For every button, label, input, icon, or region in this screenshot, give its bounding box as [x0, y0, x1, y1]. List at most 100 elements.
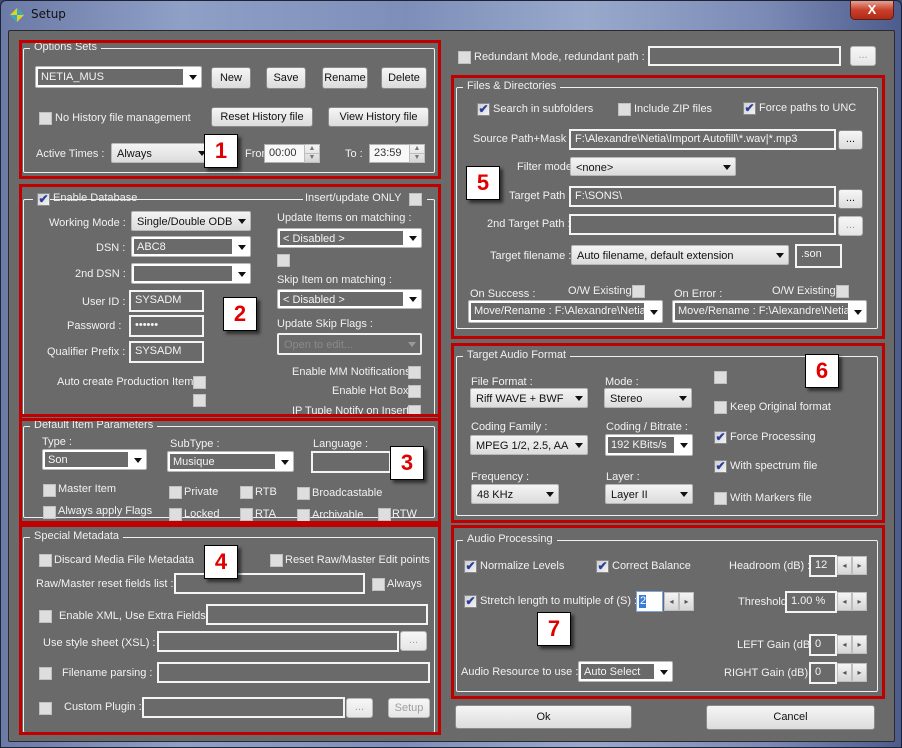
- insert-update-checkbox[interactable]: [409, 193, 422, 206]
- ow-existing-error-checkbox[interactable]: [836, 285, 849, 298]
- working-mode-select[interactable]: Single/Double ODBC: [131, 211, 251, 231]
- stretch-decrease-icon[interactable]: ◂: [664, 592, 679, 611]
- delete-button[interactable]: Delete: [381, 67, 427, 89]
- headroom-decrease-icon[interactable]: ◂: [837, 556, 852, 575]
- xsl-input[interactable]: [157, 631, 399, 652]
- rename-button[interactable]: Rename: [322, 67, 368, 89]
- force-unc-checkbox[interactable]: [743, 102, 756, 115]
- ow-existing-success-checkbox[interactable]: [632, 285, 645, 298]
- update-skip-select[interactable]: Open to edit...: [277, 333, 422, 355]
- active-times-select[interactable]: Always: [111, 143, 211, 163]
- update-items-checkbox[interactable]: [277, 254, 290, 267]
- frequency-select[interactable]: 48 KHz: [471, 484, 559, 504]
- always-apply-checkbox[interactable]: [43, 506, 56, 519]
- target-browse-button[interactable]: ...: [838, 189, 863, 209]
- mm-notifications-checkbox[interactable]: [408, 366, 421, 379]
- headroom-input[interactable]: 12: [809, 555, 837, 577]
- hot-box-checkbox[interactable]: [408, 385, 421, 398]
- extra-checkbox[interactable]: [193, 394, 206, 407]
- discard-metadata-checkbox[interactable]: [39, 554, 52, 567]
- from-time-spinner[interactable]: ▲ ▼: [304, 144, 320, 163]
- qualifier-input[interactable]: SYSADM: [129, 341, 204, 363]
- filter-mode-select[interactable]: <none>: [570, 157, 736, 176]
- target-path-input[interactable]: F:\SONS\: [569, 186, 836, 207]
- extension-input[interactable]: .son: [795, 244, 842, 268]
- enable-database-checkbox[interactable]: [37, 193, 50, 206]
- close-button[interactable]: X: [850, 1, 894, 20]
- spin-up-icon[interactable]: ▲: [410, 145, 424, 154]
- target-filename-select[interactable]: Auto filename, default extension: [571, 245, 789, 265]
- spin-down-icon[interactable]: ▼: [305, 154, 319, 163]
- title-bar[interactable]: Setup X: [1, 1, 901, 31]
- always-checkbox[interactable]: [372, 578, 385, 591]
- target2-browse-button[interactable]: ...: [838, 216, 863, 236]
- on-success-select[interactable]: Move/Rename : F:\Alexandre\Netia\: [468, 300, 663, 323]
- options-set-select[interactable]: NETIA_MUS: [35, 66, 202, 88]
- reset-raw-checkbox[interactable]: [270, 554, 283, 567]
- to-time-input[interactable]: 23:59: [369, 144, 411, 163]
- rta-checkbox[interactable]: [240, 508, 253, 521]
- auto-create-checkbox[interactable]: [193, 376, 206, 389]
- locked-checkbox[interactable]: [169, 508, 182, 521]
- on-error-select[interactable]: Move/Rename : F:\Alexandre\Netia\: [672, 300, 867, 323]
- left-gain-input[interactable]: 0: [809, 634, 837, 656]
- right-gain-decrease-icon[interactable]: ◂: [837, 663, 852, 682]
- reset-fields-input[interactable]: [174, 573, 365, 594]
- threshold-increase-icon[interactable]: ▸: [852, 592, 867, 611]
- redundant-path-input[interactable]: [648, 46, 841, 66]
- threshold-input[interactable]: 1.00 %: [785, 591, 837, 613]
- coding-family-select[interactable]: MPEG 1/2, 2.5, AAC: [470, 435, 588, 455]
- reset-history-button[interactable]: Reset History file: [211, 107, 313, 127]
- ip-tuple-checkbox[interactable]: [408, 405, 421, 415]
- redundant-browse-button[interactable]: ...: [850, 46, 876, 66]
- filename-parsing-checkbox[interactable]: [39, 667, 52, 680]
- correct-balance-checkbox[interactable]: [596, 560, 609, 573]
- custom-plugin-checkbox[interactable]: [39, 702, 52, 715]
- layer-select[interactable]: Layer II: [605, 484, 693, 504]
- master-item-checkbox[interactable]: [43, 484, 56, 497]
- rtw-checkbox[interactable]: [378, 508, 391, 521]
- from-time-input[interactable]: 00:00: [264, 144, 306, 163]
- with-spectrum-checkbox[interactable]: [714, 460, 727, 473]
- type-select[interactable]: Son: [42, 449, 147, 470]
- subtype-select[interactable]: Musique: [167, 451, 294, 472]
- broadcastable-checkbox[interactable]: [297, 487, 310, 500]
- bitrate-select[interactable]: 192 KBits/s: [605, 434, 693, 456]
- source-path-input[interactable]: F:\Alexandre\Netia\Import Autofill\*.wav…: [569, 129, 836, 150]
- no-history-checkbox[interactable]: [39, 112, 52, 125]
- redundant-checkbox[interactable]: [458, 51, 471, 64]
- update-items-select[interactable]: < Disabled >: [277, 228, 422, 248]
- stretch-increase-icon[interactable]: ▸: [679, 592, 694, 611]
- new-button[interactable]: New: [211, 67, 251, 89]
- spin-up-icon[interactable]: ▲: [305, 145, 319, 154]
- search-subfolders-checkbox[interactable]: [477, 103, 490, 116]
- enable-xml-checkbox[interactable]: [39, 610, 52, 623]
- ok-button[interactable]: Ok: [455, 705, 632, 729]
- left-gain-increase-icon[interactable]: ▸: [852, 635, 867, 654]
- language-input[interactable]: [311, 451, 391, 473]
- enable-xml-input[interactable]: [206, 604, 428, 625]
- save-button[interactable]: Save: [266, 67, 306, 89]
- left-gain-decrease-icon[interactable]: ◂: [837, 635, 852, 654]
- normalize-checkbox[interactable]: [464, 560, 477, 573]
- dsn2-select[interactable]: [131, 263, 251, 284]
- source-browse-button[interactable]: ...: [838, 130, 863, 150]
- spin-down-icon[interactable]: ▼: [410, 154, 424, 163]
- right-gain-increase-icon[interactable]: ▸: [852, 663, 867, 682]
- view-history-button[interactable]: View History file: [328, 107, 429, 127]
- threshold-decrease-icon[interactable]: ◂: [837, 592, 852, 611]
- keep-original-checkbox[interactable]: [714, 401, 727, 414]
- with-markers-checkbox[interactable]: [714, 492, 727, 505]
- user-id-input[interactable]: SYSADM: [129, 290, 204, 312]
- custom-plugin-setup-button[interactable]: Setup: [388, 698, 430, 718]
- cancel-button[interactable]: Cancel: [706, 705, 875, 730]
- archivable-checkbox[interactable]: [297, 509, 310, 522]
- stretch-checkbox[interactable]: [464, 595, 477, 608]
- audio-resource-select[interactable]: Auto Select: [578, 661, 673, 682]
- dsn-select[interactable]: ABC8: [131, 236, 251, 257]
- password-input[interactable]: ••••••: [129, 315, 204, 337]
- to-time-spinner[interactable]: ▲ ▼: [409, 144, 425, 163]
- custom-plugin-browse-button[interactable]: ...: [346, 698, 373, 718]
- xsl-browse-button[interactable]: ...: [400, 631, 427, 651]
- filename-parsing-input[interactable]: [157, 662, 430, 683]
